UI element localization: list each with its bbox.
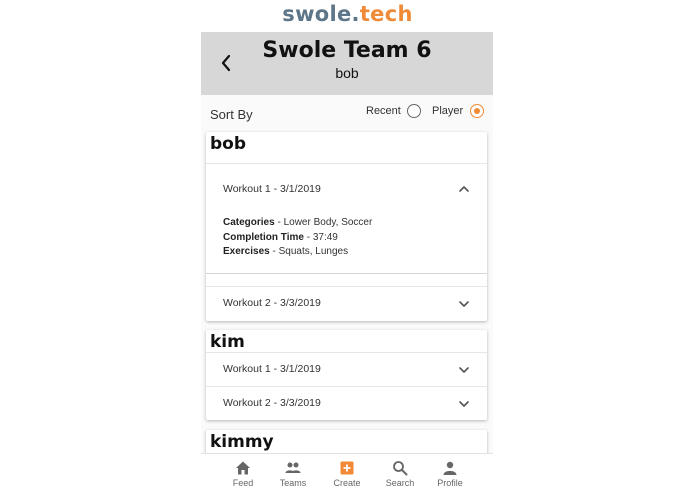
sort-option-recent-label: Recent xyxy=(366,105,401,117)
chevron-down-icon xyxy=(459,401,469,407)
team-title: Swole Team 6 xyxy=(262,38,432,63)
nav-label: Teams xyxy=(279,478,307,488)
brand-part-2: tech xyxy=(359,2,413,26)
nav-create[interactable]: Create xyxy=(322,454,372,494)
sort-bar: Sort By Recent Player xyxy=(201,95,493,131)
home-icon xyxy=(236,461,250,475)
workout-row[interactable]: Workout 2 - 3/3/2019 xyxy=(206,386,487,420)
nav-label: Feed xyxy=(232,478,254,488)
player-card-bob: bob Workout 1 - 3/1/2019 Categories - Lo… xyxy=(206,132,487,321)
workout-exercises: Exercises - Squats, Lunges xyxy=(223,245,372,260)
exercises-label: Exercises xyxy=(223,246,270,257)
completion-time-value: - 37:49 xyxy=(303,231,338,243)
workout-details: Categories - Lower Body, Soccer Completi… xyxy=(223,216,372,260)
app-screen: Swole Team 6 bob Sort By Recent Player b… xyxy=(201,32,493,494)
workout-row[interactable]: Workout 2 - 3/3/2019 xyxy=(206,286,487,320)
completion-time-label: Completion Time xyxy=(223,231,304,243)
person-icon xyxy=(443,461,457,475)
player-name: kimmy xyxy=(210,432,274,452)
sort-radio-recent[interactable] xyxy=(407,104,421,118)
search-icon xyxy=(393,461,408,476)
player-name: kim xyxy=(210,332,245,352)
player-card-kim: kim Workout 1 - 3/1/2019 Workout 2 - 3/3… xyxy=(206,330,487,420)
workout-label: Workout 2 - 3/3/2019 xyxy=(223,297,321,309)
chevron-down-icon xyxy=(459,301,469,307)
player-name: bob xyxy=(210,134,247,154)
workout-row-expanded[interactable]: Workout 1 - 3/1/2019 Categories - Lower … xyxy=(206,163,487,274)
brand-part-1: swole. xyxy=(282,2,360,26)
sort-by-label: Sort By xyxy=(210,107,253,122)
workout-label: Workout 2 - 3/3/2019 xyxy=(223,397,321,409)
exercises-value: - Squats, Lunges xyxy=(269,246,349,257)
workout-label: Workout 1 - 3/1/2019 xyxy=(223,183,321,195)
sort-option-player-label: Player xyxy=(432,105,464,117)
workout-completion-time: Completion Time - 37:49 xyxy=(223,231,372,246)
sort-radio-player[interactable] xyxy=(470,104,484,118)
categories-value: - Lower Body, Soccer xyxy=(274,217,373,228)
nav-label: Profile xyxy=(437,478,463,488)
add-box-icon xyxy=(340,461,354,475)
nav-teams[interactable]: Teams xyxy=(268,454,318,494)
workout-row[interactable]: Workout 1 - 3/1/2019 xyxy=(206,352,487,386)
brand-logo: swole.tech xyxy=(0,2,695,26)
nav-profile[interactable]: Profile xyxy=(425,454,475,494)
workout-label: Workout 1 - 3/1/2019 xyxy=(223,363,321,375)
workout-categories: Categories - Lower Body, Soccer xyxy=(223,216,372,231)
team-subtitle: bob xyxy=(335,65,359,81)
nav-feed[interactable]: Feed xyxy=(218,454,268,494)
categories-label: Categories xyxy=(223,217,275,228)
bottom-nav: Feed Teams Create Search Profile xyxy=(201,453,493,494)
nav-search[interactable]: Search xyxy=(375,454,425,494)
team-header: Swole Team 6 bob xyxy=(201,32,493,95)
chevron-up-icon xyxy=(459,186,469,192)
nav-label: Create xyxy=(333,478,361,488)
chevron-down-icon xyxy=(459,367,469,373)
people-icon xyxy=(285,462,301,473)
nav-label: Search xyxy=(385,478,415,488)
